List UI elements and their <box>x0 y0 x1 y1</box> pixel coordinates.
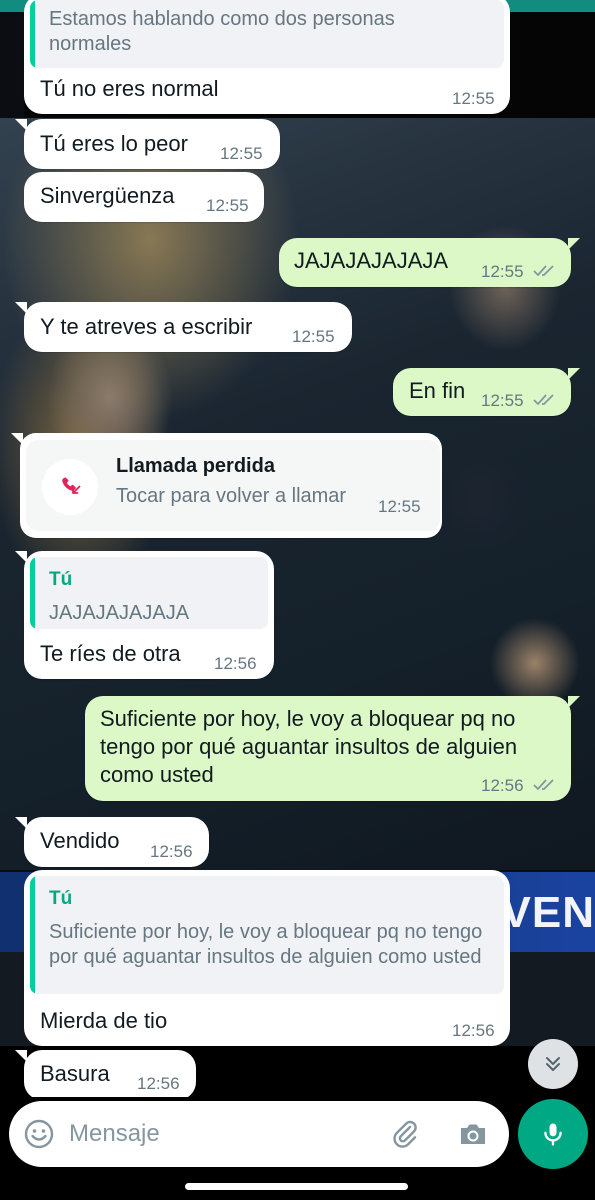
double-tick-icon <box>533 779 554 791</box>
message-time: 12:55 <box>481 391 524 410</box>
message-bubble-incoming[interactable]: Basura 12:56 <box>15 1050 196 1100</box>
message-time: 12:55 <box>481 262 524 281</box>
message-text: Vendido <box>40 828 120 853</box>
message-bubble-incoming[interactable]: Estamos hablando como dos personas norma… <box>24 0 510 114</box>
quote-bar <box>30 876 35 994</box>
double-chevron-down-icon <box>546 1057 560 1071</box>
double-tick-icon <box>533 265 554 277</box>
message-input[interactable] <box>69 1111 379 1157</box>
quote-author: Tú <box>49 888 73 909</box>
message-time: 12:55 <box>220 144 263 163</box>
message-text: JAJAJAJAJAJA <box>294 248 449 273</box>
message-time: 12:56 <box>481 776 524 795</box>
message-time: 12:55 <box>292 327 335 346</box>
message-bubble-incoming[interactable]: Vendido 12:56 <box>15 817 209 867</box>
microphone-icon <box>544 1123 562 1146</box>
quoted-message[interactable]: Tú Suficiente por hoy, le voy a bloquear… <box>30 876 504 994</box>
missed-call-title: Llamada perdida <box>116 455 275 477</box>
message-time: 12:56 <box>452 1021 495 1040</box>
missed-call-icon-circle <box>42 459 98 515</box>
emoji-icon[interactable] <box>23 1118 55 1150</box>
message-text: Y te atreves a escribir <box>40 314 253 339</box>
quote-author: Tú <box>49 569 73 590</box>
message-composer[interactable] <box>9 1101 509 1167</box>
quote-bar <box>30 0 35 68</box>
message-text: Tú eres lo peor <box>40 131 188 156</box>
wallpaper-banner-text: VEN <box>501 888 595 937</box>
message-time: 12:56 <box>214 654 257 673</box>
message-text: En fin <box>409 378 466 403</box>
quote-bar <box>30 557 35 629</box>
message-text: Tú no eres normal <box>40 76 219 101</box>
message-time: 12:56 <box>150 842 193 861</box>
quoted-message[interactable]: Estamos hablando como dos personas norma… <box>30 0 504 68</box>
quote-text: JAJAJAJAJAJA <box>49 602 190 624</box>
message-bubble-incoming[interactable]: Tú Suficiente por hoy, le voy a bloquear… <box>24 870 510 1046</box>
message-bubble-incoming[interactable]: Y te atreves a escribir 12:55 <box>15 302 352 352</box>
message-time: 12:56 <box>137 1074 180 1093</box>
quoted-message[interactable]: Tú JAJAJAJAJAJA <box>30 557 268 629</box>
message-text: Mierda de tio <box>40 1008 168 1033</box>
message-time: 12:55 <box>378 497 421 516</box>
message-bubble-outgoing[interactable]: En fin 12:55 <box>393 368 580 416</box>
message-bubble-incoming[interactable]: Sinvergüenza 12:55 <box>24 172 264 222</box>
message-text: Te ríes de otra <box>40 641 181 666</box>
voice-message-button[interactable] <box>518 1099 588 1169</box>
scroll-to-bottom-button[interactable] <box>528 1039 578 1089</box>
camera-icon[interactable] <box>457 1118 489 1150</box>
message-text: Sinvergüenza <box>40 183 175 208</box>
missed-call-card[interactable]: Llamada perdida Tocar para volver a llam… <box>26 440 440 531</box>
missed-call-icon <box>62 477 81 494</box>
double-tick-icon <box>533 394 554 406</box>
quote-text: Estamos hablando como dos personas norma… <box>49 8 395 55</box>
missed-call-subtitle: Tocar para volver a llamar <box>116 485 347 507</box>
paperclip-icon[interactable] <box>389 1118 421 1150</box>
quote-text: Suficiente por hoy, le voy a bloquear pq… <box>49 921 483 968</box>
message-bubble-outgoing[interactable]: JAJAJAJAJAJA 12:55 <box>279 238 580 287</box>
message-bubble-incoming[interactable]: Tú eres lo peor 12:55 <box>15 119 280 169</box>
message-bubble-outgoing[interactable]: Suficiente por hoy, le voy a bloquear pq… <box>85 696 580 801</box>
home-indicator[interactable] <box>185 1183 408 1190</box>
message-time: 12:55 <box>452 89 495 108</box>
message-text: Suficiente por hoy, le voy a bloquear pq… <box>100 706 518 787</box>
message-text: Basura <box>40 1061 110 1086</box>
message-bubble-incoming[interactable]: Tú JAJAJAJAJAJA Te ríes de otra 12:56 <box>15 551 274 679</box>
message-time: 12:55 <box>206 196 249 215</box>
